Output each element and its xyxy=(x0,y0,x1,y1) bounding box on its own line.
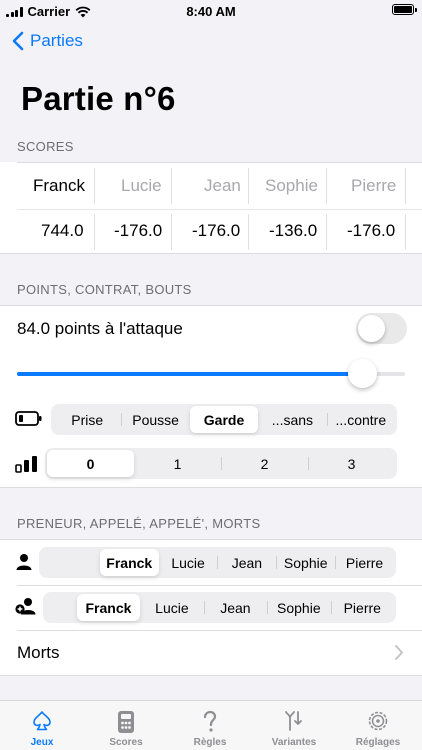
bouts-segmented-control: 0 1 2 3 xyxy=(45,448,397,479)
tab-label: Jeux xyxy=(30,737,54,748)
person-icon xyxy=(16,554,32,570)
tab-scores[interactable]: Scores xyxy=(84,701,168,750)
score-value: -136.0 xyxy=(269,221,318,240)
appele-option[interactable]: Lucie xyxy=(140,594,203,621)
contrat-option[interactable]: ...contre xyxy=(326,406,395,433)
section-header-points: POINTS, CONTRAT, BOUTS xyxy=(17,282,192,297)
variants-icon xyxy=(285,711,302,731)
appele-option[interactable]: Pierre xyxy=(330,594,394,621)
bouts-option[interactable]: 2 xyxy=(221,450,308,477)
status-time: 8:40 AM xyxy=(186,4,236,19)
section-header-preneur: PRENEUR, APPELÉ, APPELÉ', MORTS xyxy=(17,516,261,531)
appele-option[interactable]: Jean xyxy=(203,594,267,621)
appele-option[interactable] xyxy=(45,594,77,621)
tab-variantes[interactable]: Variantes xyxy=(252,701,336,750)
score-player-name[interactable]: Sophie xyxy=(265,176,318,196)
bar-chart-icon xyxy=(15,456,37,473)
morts-row[interactable]: Morts xyxy=(17,643,60,663)
preneur-option-selected[interactable]: Franck xyxy=(99,549,159,576)
preneur-option[interactable] xyxy=(41,549,100,576)
scores-icon xyxy=(118,711,134,733)
chevron-right-icon[interactable] xyxy=(394,644,404,661)
score-value: 744.0 xyxy=(41,221,84,240)
attack-toggle[interactable] xyxy=(356,313,407,344)
contrat-option[interactable]: Pousse xyxy=(121,406,189,433)
tab-reglages[interactable]: Réglages xyxy=(336,701,420,750)
battery-low-icon xyxy=(15,411,42,426)
score-value: -176.0 xyxy=(347,221,396,240)
question-icon xyxy=(203,710,217,732)
score-value: -176.0 xyxy=(192,221,241,240)
bouts-option[interactable]: 1 xyxy=(134,450,221,477)
contrat-option[interactable]: Prise xyxy=(53,406,121,433)
points-slider[interactable] xyxy=(17,372,405,376)
score-player-name[interactable]: Pierre xyxy=(351,176,396,196)
tab-label: Réglages xyxy=(355,737,401,748)
tab-label: Règles xyxy=(193,737,227,748)
section-header-scores: SCORES xyxy=(17,139,74,154)
spade-icon xyxy=(33,711,51,731)
attack-points-label: 84.0 points à l'attaque xyxy=(17,319,183,338)
preneur-option[interactable]: Lucie xyxy=(159,549,218,576)
tab-regles[interactable]: Règles xyxy=(168,701,252,750)
back-label: Parties xyxy=(30,31,83,50)
status-bar: Carrier 8:40 AM xyxy=(0,0,422,22)
preneur-option[interactable]: Sophie xyxy=(276,549,335,576)
contrat-segmented-control: Prise Pousse Garde ...sans ...contre xyxy=(51,404,397,435)
tab-label: Scores xyxy=(109,737,143,748)
appele-segmented-control: Franck Lucie Jean Sophie Pierre xyxy=(43,592,396,623)
battery-icon xyxy=(392,4,417,15)
page-title: Partie n°6 xyxy=(21,80,176,117)
preneur-option[interactable]: Pierre xyxy=(335,549,394,576)
gear-icon xyxy=(368,711,388,731)
score-value: -176.0 xyxy=(114,221,163,240)
preneur-segmented-control: Franck Lucie Jean Sophie Pierre xyxy=(39,547,396,578)
slider-knob[interactable] xyxy=(347,359,377,388)
contrat-option[interactable]: ...sans xyxy=(258,406,326,433)
contrat-option-selected[interactable]: Garde xyxy=(189,406,259,433)
score-player-name[interactable]: Jean xyxy=(204,176,241,196)
add-person-icon xyxy=(15,598,36,615)
chevron-left-icon xyxy=(12,31,24,51)
tab-bar: Jeux Scores Règles Variantes Réglages xyxy=(0,700,422,750)
preneur-option[interactable]: Jean xyxy=(217,549,276,576)
appele-option[interactable]: Sophie xyxy=(267,594,330,621)
bouts-option-selected[interactable]: 0 xyxy=(47,450,134,477)
bouts-option[interactable]: 3 xyxy=(308,450,395,477)
slider-fill xyxy=(17,372,363,376)
tab-jeux[interactable]: Jeux xyxy=(0,701,84,750)
tab-label: Variantes xyxy=(271,737,317,748)
appele-option-selected[interactable]: Franck xyxy=(76,594,141,621)
score-player-name[interactable]: Lucie xyxy=(121,176,162,196)
toggle-knob xyxy=(358,315,385,342)
back-button[interactable]: Parties xyxy=(12,31,83,51)
score-player-name[interactable]: Franck xyxy=(33,176,85,196)
